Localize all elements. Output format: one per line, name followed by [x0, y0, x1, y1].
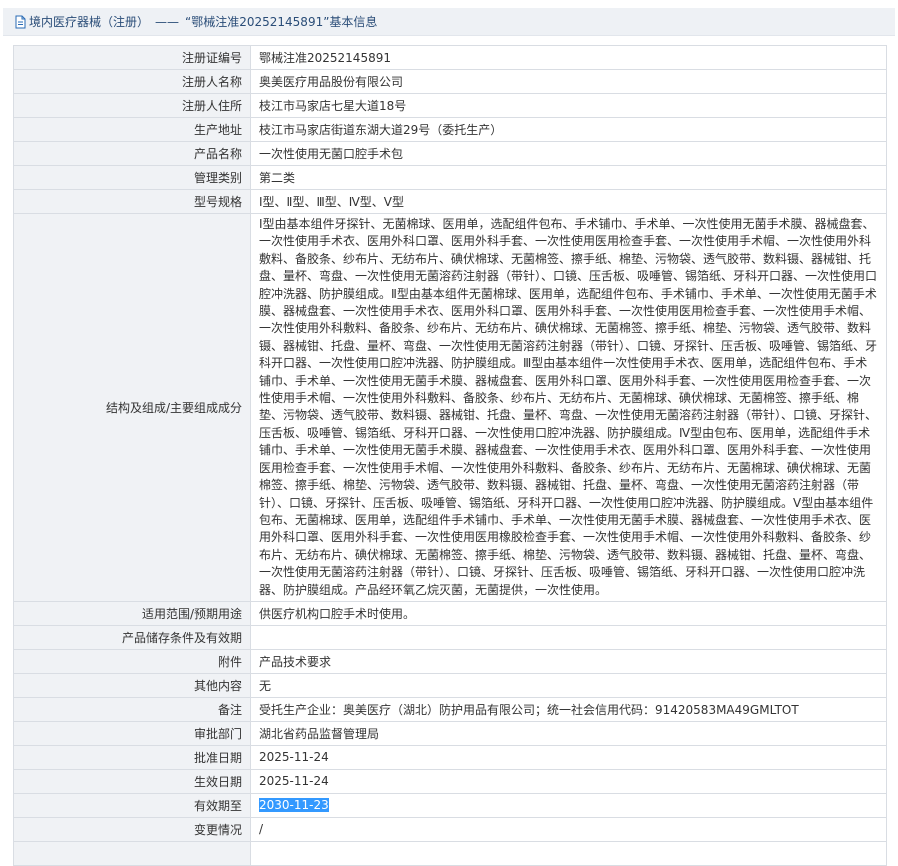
detail-table-wrapper: 注册证编号 鄂械注准20252145891 注册人名称 奥美医疗用品股份有限公司… — [13, 45, 887, 866]
row-value-empty — [250, 840, 887, 866]
row-label: 适用范围/预期用途 — [13, 600, 251, 626]
row-label: 生产地址 — [13, 117, 251, 142]
header-title: “鄂械注准20252145891”基本信息 — [185, 15, 378, 29]
page-header: 境内医疗器械（注册） —— “鄂械注准20252145891”基本信息 — [3, 8, 895, 36]
table-row: 生效日期 2025-11-24 — [13, 768, 887, 794]
table-row: 变更情况 / — [13, 816, 887, 842]
row-label: 备注 — [13, 696, 251, 722]
table-row: 管理类别 第二类 — [13, 165, 887, 190]
row-value: 奥美医疗用品股份有限公司 — [250, 69, 887, 94]
row-value: 湖北省药品监督管理局 — [250, 720, 887, 746]
row-label: 管理类别 — [13, 165, 251, 190]
table-row: 结构及组成/主要组成成分 Ⅰ型由基本组件牙探针、无菌棉球、医用单，选配组件包布、… — [13, 213, 887, 602]
table-row: 产品名称 一次性使用无菌口腔手术包 — [13, 141, 887, 166]
row-value: 受托生产企业：奥美医疗（湖北）防护用品有限公司；统一社会信用代码：9142058… — [250, 696, 887, 722]
row-value: 枝江市马家店街道东湖大道29号（委托生产） — [250, 117, 887, 142]
row-label: 批准日期 — [13, 744, 251, 770]
table-row: 审批部门 湖北省药品监督管理局 — [13, 720, 887, 746]
row-label: 注册人名称 — [13, 69, 251, 94]
row-value: 无 — [250, 672, 887, 698]
row-label: 产品储存条件及有效期 — [13, 624, 251, 650]
table-row-partial — [13, 840, 887, 866]
row-label: 变更情况 — [13, 816, 251, 842]
row-label-empty — [13, 840, 251, 866]
row-value: 一次性使用无菌口腔手术包 — [250, 141, 887, 166]
table-row: 备注 受托生产企业：奥美医疗（湖北）防护用品有限公司；统一社会信用代码：9142… — [13, 696, 887, 722]
row-label: 注册证编号 — [13, 45, 251, 70]
row-label: 审批部门 — [13, 720, 251, 746]
table-row: 注册证编号 鄂械注准20252145891 — [13, 45, 887, 70]
header-category: 境内医疗器械（注册） — [29, 15, 150, 29]
row-label: 生效日期 — [13, 768, 251, 794]
row-label: 附件 — [13, 648, 251, 674]
row-value: / — [250, 816, 887, 842]
row-label: 型号规格 — [13, 189, 251, 214]
row-value: 供医疗机构口腔手术时使用。 — [250, 600, 887, 626]
table-row: 型号规格 Ⅰ型、Ⅱ型、Ⅲ型、Ⅳ型、Ⅴ型 — [13, 189, 887, 214]
row-label: 产品名称 — [13, 141, 251, 166]
header-separator: —— — [155, 14, 180, 29]
row-label: 有效期至 — [13, 792, 251, 818]
row-value-composition: Ⅰ型由基本组件牙探针、无菌棉球、医用单，选配组件包布、手术铺巾、手术单、一次性使… — [250, 213, 887, 602]
row-value — [250, 624, 887, 650]
row-value: 鄂械注准20252145891 — [250, 45, 887, 70]
row-value: 产品技术要求 — [250, 648, 887, 674]
row-label: 注册人住所 — [13, 93, 251, 118]
row-value: 第二类 — [250, 165, 887, 190]
row-value-expiry[interactable]: 2030-11-23 — [250, 792, 887, 818]
table-row: 注册人名称 奥美医疗用品股份有限公司 — [13, 69, 887, 94]
table-row: 产品储存条件及有效期 — [13, 624, 887, 650]
row-value: 2025-11-24 — [250, 744, 887, 770]
table-row: 生产地址 枝江市马家店街道东湖大道29号（委托生产） — [13, 117, 887, 142]
row-label: 其他内容 — [13, 672, 251, 698]
table-row: 适用范围/预期用途 供医疗机构口腔手术时使用。 — [13, 600, 887, 626]
table-row: 附件 产品技术要求 — [13, 648, 887, 674]
document-icon — [13, 15, 27, 29]
row-value: 枝江市马家店七星大道18号 — [250, 93, 887, 118]
table-row: 注册人住所 枝江市马家店七星大道18号 — [13, 93, 887, 118]
row-label: 结构及组成/主要组成成分 — [13, 213, 251, 602]
table-row: 批准日期 2025-11-24 — [13, 744, 887, 770]
row-value: 2025-11-24 — [250, 768, 887, 794]
selected-text[interactable]: 2030-11-23 — [259, 798, 329, 813]
detail-table: 注册证编号 鄂械注准20252145891 注册人名称 奥美医疗用品股份有限公司… — [13, 45, 887, 866]
table-row: 其他内容 无 — [13, 672, 887, 698]
table-row: 有效期至 2030-11-23 — [13, 792, 887, 818]
row-value: Ⅰ型、Ⅱ型、Ⅲ型、Ⅳ型、Ⅴ型 — [250, 189, 887, 214]
